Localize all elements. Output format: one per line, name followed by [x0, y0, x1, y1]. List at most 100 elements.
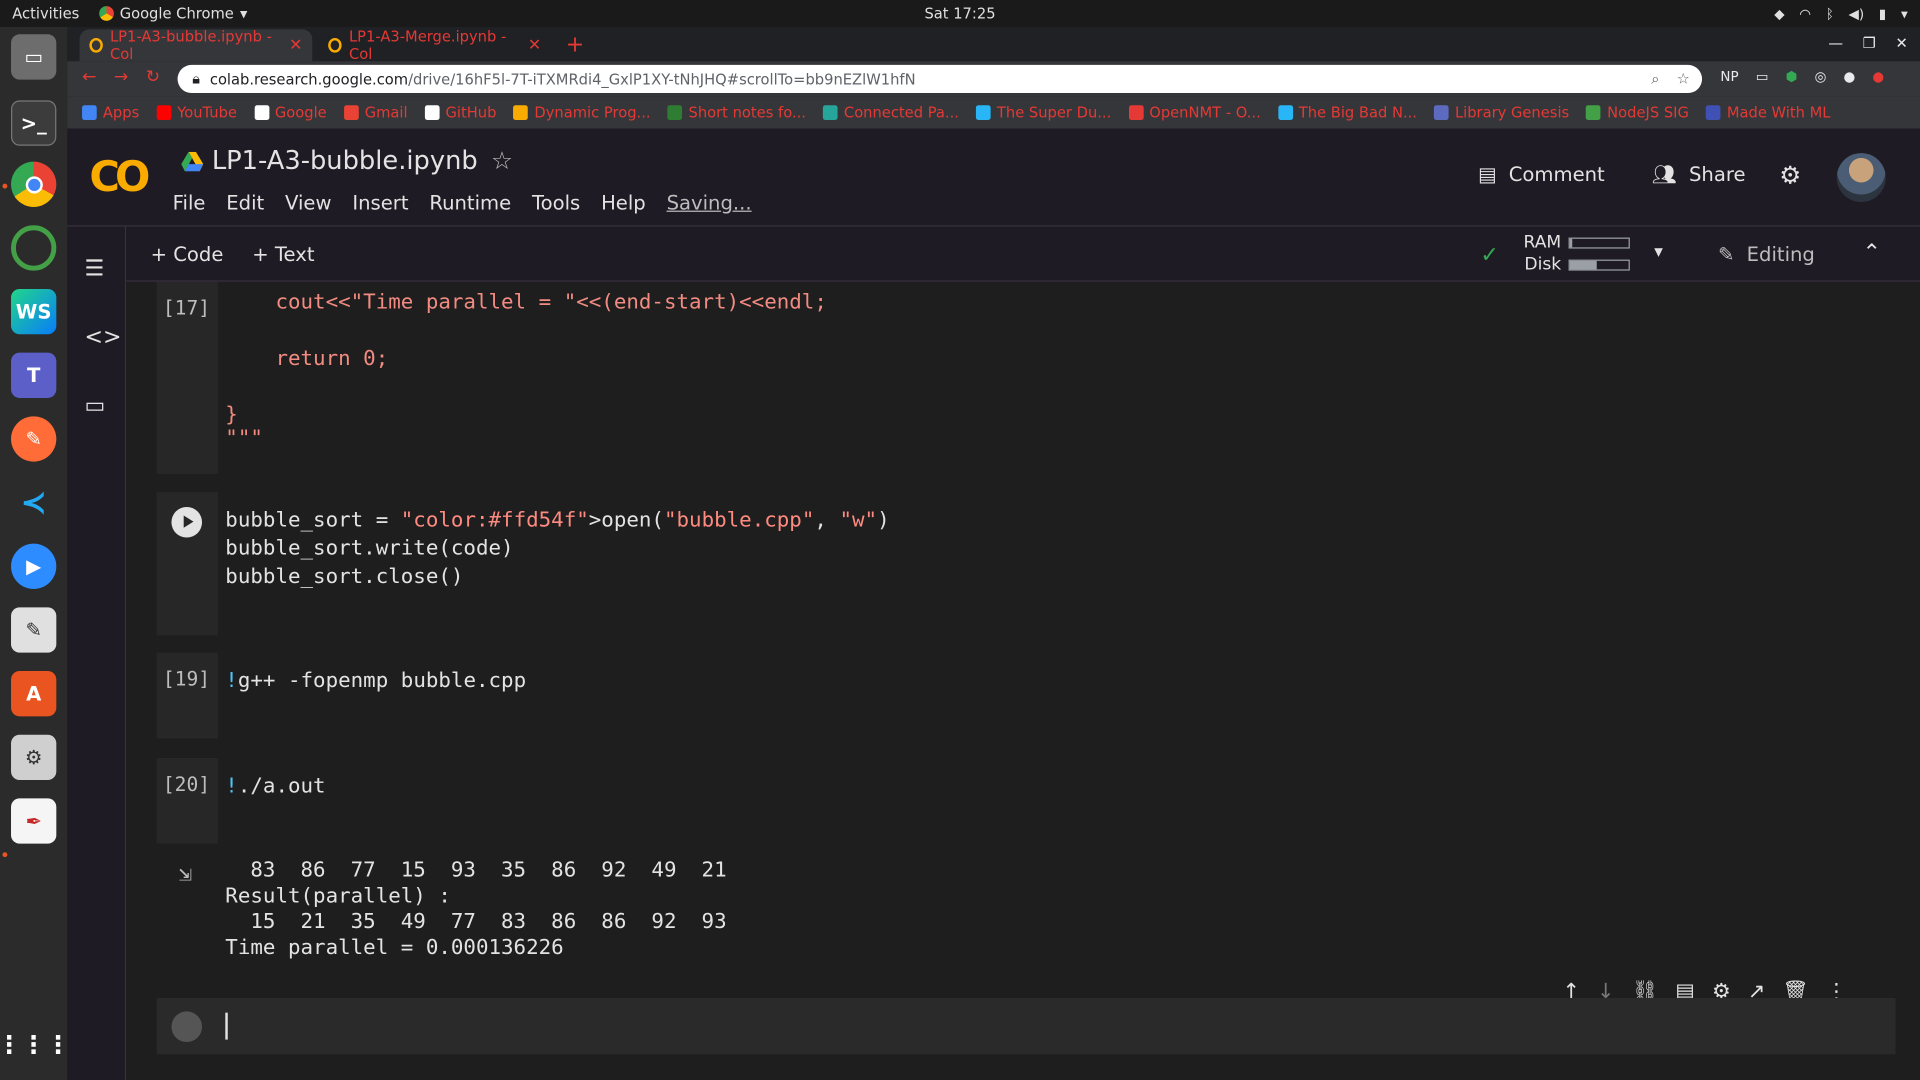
tab-strip: LP1-A3-bubble.ipynb - Col ✕ LP1-A3-Merge… [67, 26, 1920, 62]
error-extension-icon[interactable]: ● [1872, 69, 1884, 85]
menu-view[interactable]: View [285, 191, 331, 214]
output-line: Time parallel = 0.000136226 [225, 935, 564, 961]
chevron-up-icon[interactable]: ⌃ [1862, 240, 1880, 266]
np-extension[interactable]: NP [1720, 69, 1738, 85]
terminal-app-icon[interactable]: >_ [11, 100, 57, 146]
chrome-app-icon[interactable] [11, 161, 57, 207]
tab-merge[interactable]: LP1-A3-Merge.ipynb - Col ✕ [318, 28, 551, 62]
bookmark-item[interactable]: Gmail [343, 104, 408, 121]
bookmark-item[interactable]: Made With ML [1706, 104, 1830, 121]
bookmark-item[interactable]: Connected Pa... [823, 104, 959, 121]
menu-tools[interactable]: Tools [532, 191, 580, 214]
extension-icon[interactable]: ◎ [1815, 69, 1827, 85]
code-cell[interactable]: bubble_sort = "color:#ffd54f">open("bubb… [156, 492, 1896, 636]
code-editor[interactable]: !g++ -fopenmp bubble.cpp [217, 652, 1896, 739]
notebook-title[interactable]: LP1-A3-bubble.ipynb [212, 146, 478, 175]
system-tray[interactable]: ◆ ◠ ᛒ ◀) ▮ ▾ [1774, 6, 1908, 22]
settings-gear-icon[interactable]: ⚙ [1779, 160, 1801, 189]
extension-icon[interactable]: ▭ [1756, 69, 1769, 85]
bookmark-item[interactable]: Apps [82, 104, 139, 121]
avatar[interactable] [1836, 153, 1886, 203]
output-options-icon[interactable]: ⇲ [179, 861, 192, 887]
code-line: """ [225, 426, 263, 451]
vscode-app-icon[interactable]: ≺ [11, 480, 56, 525]
clock[interactable]: Sat 17:25 [924, 5, 995, 22]
close-icon[interactable]: ✕ [289, 36, 302, 54]
chevron-down-icon[interactable]: ▾ [1654, 242, 1663, 262]
url-host: colab.research.google.com [209, 70, 409, 88]
pencil-icon: ✎ [1717, 242, 1735, 266]
tab-bubble[interactable]: LP1-A3-bubble.ipynb - Col ✕ [79, 28, 313, 62]
webstorm-app-icon[interactable]: WS [11, 288, 57, 335]
empty-code-cell[interactable] [156, 997, 1896, 1055]
saving-status[interactable]: Saving... [667, 191, 752, 214]
close-window-icon[interactable]: ✕ [1895, 34, 1907, 51]
bookmark-item[interactable]: NodeJS SIG [1586, 104, 1689, 121]
back-icon[interactable]: ← [82, 67, 96, 87]
star-icon[interactable]: ☆ [491, 146, 513, 175]
profile-icon[interactable]: ● [1843, 69, 1855, 85]
url-path: /drive/16hF5l-7T-iTXMRdi4_GxlP1XY-tNhJHQ… [408, 70, 916, 88]
menu-help[interactable]: Help [601, 191, 646, 214]
run-cell-icon[interactable] [171, 506, 203, 538]
bookmark-item[interactable]: Google [254, 104, 327, 121]
shield-extension-icon[interactable]: ⬢ [1786, 69, 1798, 85]
bookmark-item[interactable]: GitHub [424, 104, 496, 121]
menu-runtime[interactable]: Runtime [429, 191, 511, 214]
cell-gutter: [20] [156, 757, 218, 844]
maximize-icon[interactable]: ❐ [1863, 34, 1876, 51]
bookmark-item[interactable]: Short notes fo... [667, 104, 806, 121]
bookmark-label: Connected Pa... [843, 104, 959, 122]
forward-icon[interactable]: → [114, 67, 128, 87]
bookmark-item[interactable]: The Super Du... [976, 104, 1111, 121]
wifi-icon: ◠ [1799, 5, 1812, 22]
show-applications-icon[interactable]: ⋮⋮⋮ [0, 1021, 70, 1066]
comment-button[interactable]: ▤ Comment [1478, 163, 1605, 186]
code-editor[interactable]: bubble_sort = "color:#ffd54f">open("bubb… [217, 492, 1896, 636]
menu-insert[interactable]: Insert [352, 191, 408, 214]
new-tab-icon[interactable]: + [566, 32, 584, 58]
bookmark-item[interactable]: YouTube [156, 104, 237, 121]
close-icon[interactable]: ✕ [528, 36, 541, 54]
disk-label: Disk [1524, 254, 1562, 275]
code-editor[interactable]: !./a.out [217, 757, 1896, 844]
menu-file[interactable]: File [173, 191, 206, 214]
share-button[interactable]: 👥︎ Share [1652, 163, 1746, 186]
code-cell[interactable]: [20] !./a.out [156, 757, 1896, 844]
postman-app-icon[interactable]: ✎ [11, 416, 57, 462]
zoom-app-icon[interactable]: ▶ [11, 543, 57, 589]
files-app-icon[interactable]: ▭ [11, 34, 57, 80]
editing-mode-button[interactable]: ✎ Editing [1718, 242, 1815, 265]
bookmark-star-icon[interactable]: ☆ [1677, 70, 1690, 88]
teams-app-icon[interactable]: T [11, 352, 57, 398]
table-of-contents-icon[interactable]: ☰ [84, 256, 104, 282]
bookmark-item[interactable]: OpenNMT - O... [1128, 104, 1261, 121]
address-bar[interactable]: 🔒︎ colab.research.google.com/drive/16hF5… [177, 64, 1703, 94]
colab-logo[interactable]: CO [89, 153, 150, 202]
settings-app-icon[interactable]: ⚙ [11, 734, 57, 781]
code-cell[interactable]: [17] cout<<"Time parallel = "<<(end-star… [156, 281, 1896, 474]
anaconda-app-icon[interactable] [11, 225, 57, 271]
activities-button[interactable]: Activities [12, 5, 79, 22]
minimize-icon[interactable]: — [1828, 34, 1843, 51]
add-code-button[interactable]: + Code [151, 242, 224, 265]
bookmarks-bar: Apps YouTube Google Gmail GitHub Dynamic Prog… [67, 96, 1920, 129]
bookmark-item[interactable]: Dynamic Prog... [513, 104, 651, 121]
disk-bar [1568, 259, 1630, 271]
app-menu[interactable]: Google Chrome ▾ [98, 5, 247, 22]
document-viewer-app-icon[interactable]: ✒ [11, 798, 57, 844]
add-text-button[interactable]: + Text [252, 242, 314, 265]
code-cell[interactable]: [19] !g++ -fopenmp bubble.cpp [156, 652, 1896, 739]
colab-favicon [89, 37, 103, 53]
menu-edit[interactable]: Edit [226, 191, 264, 214]
software-center-app-icon[interactable]: A [11, 671, 57, 717]
bookmark-item[interactable]: Library Genesis [1434, 104, 1569, 121]
bookmark-item[interactable]: The Big Bad N... [1277, 104, 1417, 121]
zoom-icon[interactable]: ⌕ [1651, 70, 1659, 88]
code-editor[interactable]: cout<<"Time parallel = "<<(end-start)<<e… [217, 281, 1896, 474]
text-editor-app-icon[interactable]: ✎ [11, 607, 57, 653]
folder-icon[interactable]: ▭ [84, 393, 105, 419]
code-snippets-icon[interactable]: <> [84, 324, 121, 350]
run-cell-icon[interactable] [171, 1011, 203, 1043]
reload-icon[interactable]: ↻ [146, 67, 160, 87]
